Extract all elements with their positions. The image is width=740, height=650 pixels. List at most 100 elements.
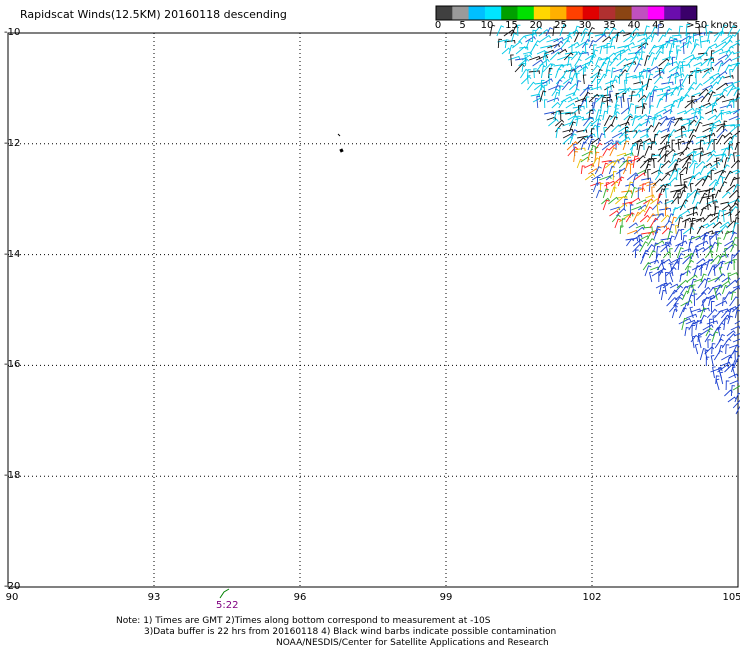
wind-barb — [681, 61, 686, 73]
wind-barb — [700, 39, 711, 44]
legend-swatch — [436, 6, 453, 20]
wind-barb — [732, 399, 740, 409]
wind-barb — [691, 217, 696, 229]
wind-barb — [591, 64, 601, 73]
wind-barb — [706, 320, 719, 325]
wind-barb — [718, 181, 728, 193]
legend-label: 35 — [603, 20, 616, 31]
wind-barb — [536, 95, 540, 109]
wind-barb — [606, 105, 612, 115]
longitude-label: 96 — [293, 592, 307, 603]
wind-barb — [714, 189, 722, 199]
legend-label: 5 — [459, 20, 466, 31]
wind-barb — [685, 162, 692, 175]
wind-barb — [681, 129, 694, 133]
wind-barb — [662, 44, 666, 55]
wind-barb — [672, 56, 676, 67]
wind-barb — [654, 171, 664, 181]
wind-barb — [720, 109, 725, 121]
wind-barb — [560, 35, 573, 43]
wind-barb — [645, 78, 653, 91]
wind-barb — [614, 218, 622, 229]
legend-swatch — [647, 6, 665, 20]
wind-barb — [695, 71, 699, 85]
wind-barb — [682, 226, 695, 235]
wind-barb — [606, 43, 611, 55]
wind-barb — [525, 39, 533, 49]
wind-barb — [622, 92, 627, 103]
wind-barb — [723, 318, 729, 331]
wind-barb — [661, 81, 674, 86]
wind-barb — [622, 140, 630, 151]
legend-label: 0 — [434, 20, 442, 31]
wind-barb — [698, 262, 707, 271]
wind-barb — [558, 99, 567, 109]
wind-barb — [653, 70, 665, 79]
wind-barb — [595, 56, 602, 67]
wind-barb — [707, 91, 716, 103]
wind-barb — [545, 27, 554, 37]
wind-barb — [517, 24, 521, 37]
wind-barb — [633, 81, 644, 85]
wind-barb — [587, 138, 595, 151]
wind-barb — [707, 339, 711, 349]
wind-barb — [648, 271, 653, 283]
wind-barb — [659, 207, 672, 212]
longitude-label: 99 — [439, 592, 453, 603]
wind-barb — [715, 378, 720, 391]
wind-barb — [642, 226, 653, 231]
wind-barb — [628, 222, 638, 229]
wind-barb — [555, 119, 565, 127]
wind-barb — [732, 249, 740, 259]
wind-barb — [636, 155, 646, 163]
wind-barb — [699, 207, 707, 217]
wind-barb — [677, 87, 684, 97]
wind-barb — [710, 355, 715, 367]
wind-barb — [699, 165, 708, 175]
wind-barb — [634, 249, 639, 259]
longitude-label: 93 — [147, 592, 161, 603]
wind-barb — [612, 171, 617, 181]
wind-barb — [721, 191, 731, 199]
latitude-label: -14 — [4, 248, 21, 260]
wind-barb — [539, 90, 547, 103]
wind-barb — [529, 43, 539, 55]
wind-barb — [598, 61, 607, 73]
wind-barb — [725, 344, 730, 355]
wind-barb — [601, 162, 609, 175]
wind-barb — [604, 84, 615, 91]
legend-label: 15 — [505, 20, 518, 31]
wind-barb — [734, 320, 740, 325]
longitude-label: 90 — [5, 592, 19, 603]
wind-barb — [664, 27, 673, 37]
latitude-label: -10 — [4, 27, 21, 38]
wind-barb — [613, 181, 619, 193]
wind-barb — [718, 49, 731, 55]
wind-barb — [729, 176, 738, 187]
wind-barb — [510, 54, 514, 67]
wind-barb — [681, 248, 692, 253]
wind-barb — [693, 95, 705, 103]
wind-barb — [666, 177, 678, 187]
legend-swatch — [517, 6, 535, 20]
wind-barb — [603, 126, 607, 139]
wind-barb — [678, 307, 687, 319]
wind-barb — [696, 225, 705, 235]
wind-barb — [732, 338, 740, 343]
wind-barb — [732, 385, 740, 391]
wind-barb — [703, 76, 715, 85]
wind-barb — [694, 177, 706, 187]
legend-label: 30 — [578, 20, 592, 31]
wind-barb — [586, 84, 592, 97]
island-marker — [337, 133, 344, 153]
wind-barb — [597, 123, 601, 133]
legend-swatch — [680, 6, 698, 20]
chart-title: Rapidscat Winds(12.5KM) 20160118 descend… — [20, 8, 287, 21]
wind-barb — [677, 257, 683, 271]
wind-barb — [696, 240, 709, 247]
wind-barb — [574, 31, 582, 43]
wind-barb — [677, 217, 684, 229]
latitude-label: -18 — [4, 470, 21, 482]
wind-barb — [705, 108, 717, 115]
wind-barb — [732, 56, 740, 61]
